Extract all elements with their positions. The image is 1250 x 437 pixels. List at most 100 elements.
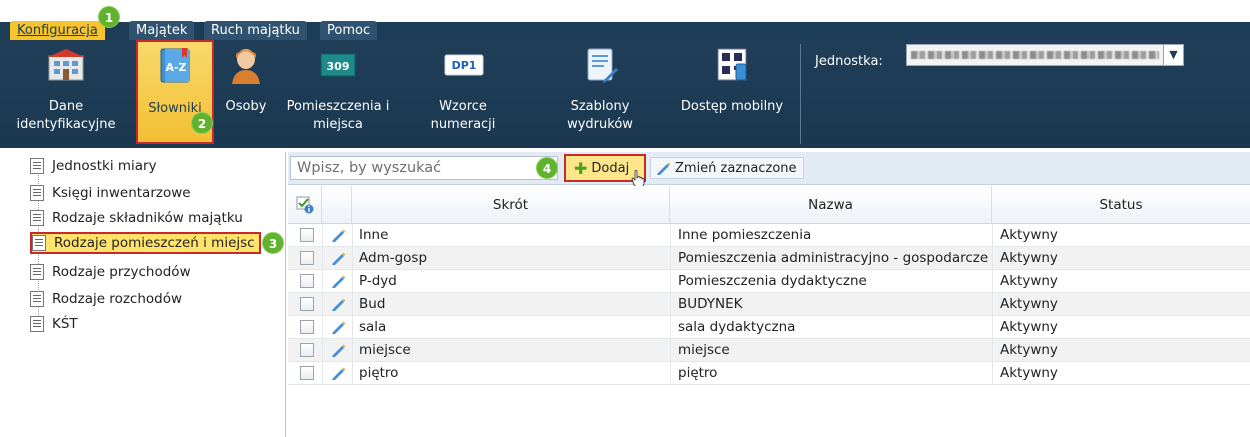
ribbon-szablony-wydrukow[interactable]: Szablony wydruków	[548, 40, 652, 144]
row-checkbox[interactable]	[300, 343, 314, 357]
menu-bar: Konfiguracja Majątek Ruch majątku Pomoc	[0, 0, 1250, 40]
document-icon	[30, 291, 44, 307]
document-icon	[32, 235, 46, 251]
tree-item-jednostki-miary[interactable]: Jednostki miary	[30, 156, 157, 176]
edit-row-pencil-icon[interactable]	[330, 273, 346, 289]
tree-item-rodzaje-rozchodow[interactable]: Rodzaje rozchodów	[30, 289, 182, 309]
edit-row-pencil-icon[interactable]	[330, 250, 346, 266]
table-row[interactable]: Bud BUDYNEK Aktywny	[288, 293, 1250, 316]
tree-item-rodzaje-przychodow[interactable]: Rodzaje przychodów	[30, 262, 191, 282]
table-row[interactable]: P-dyd Pomieszczenia dydaktyczne Aktywny	[288, 270, 1250, 293]
edit-row-pencil-icon[interactable]	[330, 365, 346, 381]
table-row[interactable]: sala sala dydaktyczna Aktywny	[288, 316, 1250, 339]
table-row[interactable]: piętro piętro Aktywny	[288, 362, 1250, 385]
row-checkbox[interactable]	[300, 274, 314, 288]
cell-skrot: Inne	[359, 227, 389, 243]
column-divider	[992, 270, 993, 293]
tab-ruch-majatku[interactable]: Ruch majątku	[204, 21, 307, 40]
edit-row-pencil-icon[interactable]	[330, 227, 346, 243]
person-icon	[232, 49, 260, 84]
cell-nazwa: Pomieszczenia dydaktyczne	[678, 273, 867, 289]
cell-nazwa: sala dydaktyczna	[678, 319, 796, 335]
tab-pomoc[interactable]: Pomoc	[320, 21, 378, 40]
column-divider	[322, 247, 323, 270]
ribbon-label: Osoby	[225, 99, 267, 114]
ribbon-label: Pomieszczenia i miejsca	[286, 99, 390, 132]
column-nazwa[interactable]: Nazwa	[670, 186, 992, 224]
grid-toolbar: Wpisz, by wyszukać ✚ Dodaj Zmień zaznacz…	[288, 152, 1250, 188]
tree-item-label: Jednostki miary	[52, 158, 157, 174]
search-input[interactable]: Wpisz, by wyszukać	[290, 156, 558, 180]
column-divider	[322, 270, 323, 293]
cell-nazwa: BUDYNEK	[678, 296, 743, 312]
column-divider	[670, 247, 671, 270]
tree-item-ksiegi-inwentarzowe[interactable]: Księgi inwentarzowe	[30, 183, 191, 203]
column-divider	[352, 316, 353, 339]
svg-text:A-Z: A-Z	[165, 61, 186, 74]
ribbon-dane-identyfikacyjne[interactable]: Dane identyfikacyjne	[0, 40, 132, 144]
row-checkbox[interactable]	[300, 297, 314, 311]
select-all-column[interactable]	[288, 186, 322, 224]
edit-row-pencil-icon[interactable]	[330, 296, 346, 312]
cell-nazwa: Inne pomieszczenia	[678, 227, 812, 243]
jednostka-select[interactable]: ▼	[906, 44, 1184, 66]
data-grid: Skrót Nazwa Status Inne Inne pomieszczeni…	[288, 186, 1250, 385]
column-divider	[992, 293, 993, 316]
column-divider	[992, 224, 993, 247]
room-number-icon: 309	[320, 53, 356, 77]
cell-status: Aktywny	[1000, 365, 1058, 381]
tree-item-label: Rodzaje rozchodów	[52, 291, 183, 307]
tab-konfiguracja[interactable]: Konfiguracja	[10, 21, 105, 40]
row-checkbox[interactable]	[300, 251, 314, 265]
row-checkbox[interactable]	[300, 320, 314, 334]
column-divider	[992, 362, 993, 385]
ribbon-label: Dostęp mobilny	[680, 99, 784, 114]
tree-item-label: Księgi inwentarzowe	[52, 185, 191, 201]
row-checkbox[interactable]	[300, 228, 314, 242]
column-divider	[992, 339, 993, 362]
table-row[interactable]: Adm-gosp Pomieszczenia administracyjno - …	[288, 247, 1250, 270]
ribbon-wzorce-numeracji[interactable]: DP1 Wzorce numeracji	[410, 40, 516, 144]
svg-text:309: 309	[327, 60, 350, 73]
cell-nazwa: piętro	[678, 365, 718, 381]
jednostka-label: Jednostka:	[815, 54, 883, 69]
chevron-down-icon[interactable]: ▼	[1163, 45, 1183, 65]
cell-skrot: piętro	[359, 365, 399, 381]
grid-body: Inne Inne pomieszczenia Aktywny Adm-gosp Pom…	[288, 224, 1250, 385]
column-divider	[670, 316, 671, 339]
cell-status: Aktywny	[1000, 342, 1058, 358]
tree-item-label: Rodzaje przychodów	[52, 264, 191, 280]
svg-text:DP1: DP1	[452, 59, 477, 72]
print-template-icon	[587, 48, 618, 83]
tree-item-kst[interactable]: KŚT	[30, 314, 78, 334]
cell-status: Aktywny	[1000, 319, 1058, 335]
edit-row-pencil-icon[interactable]	[330, 342, 346, 358]
edit-row-pencil-icon[interactable]	[330, 319, 346, 335]
cell-nazwa: Pomieszczenia administracyjno - gospodar…	[678, 250, 989, 266]
cell-skrot: sala	[359, 319, 387, 335]
document-icon	[30, 264, 44, 280]
tab-majatek[interactable]: Majątek	[129, 21, 195, 40]
ribbon-dostep-mobilny[interactable]: Dostęp mobilny	[676, 40, 788, 144]
edit-button-label: Zmień zaznaczone	[675, 160, 797, 176]
pencil-icon	[657, 162, 671, 175]
column-divider	[670, 293, 671, 316]
tree-item-label: Rodzaje składników majątku	[52, 210, 243, 226]
column-status[interactable]: Status	[992, 186, 1250, 224]
dictionary-icon: A-Z	[160, 48, 190, 83]
column-divider	[992, 247, 993, 270]
column-divider	[322, 362, 323, 385]
tree-item-rodzaje-pomieszczen[interactable]: Rodzaje pomieszczeń i miejsc	[30, 232, 261, 254]
ribbon-osoby[interactable]: Osoby	[214, 40, 278, 144]
document-icon	[30, 316, 44, 332]
edit-selected-button[interactable]: Zmień zaznaczone	[650, 157, 804, 179]
column-skrot[interactable]: Skrót	[352, 186, 670, 224]
ribbon-pomieszczenia[interactable]: 309 Pomieszczenia i miejsca	[282, 40, 394, 144]
blurred-unit-name	[911, 51, 1159, 59]
row-checkbox[interactable]	[300, 366, 314, 380]
table-row[interactable]: miejsce miejsce Aktywny	[288, 339, 1250, 362]
table-row[interactable]: Inne Inne pomieszczenia Aktywny	[288, 224, 1250, 247]
cell-skrot: P-dyd	[359, 273, 397, 289]
tree-item-rodzaje-skladnikow[interactable]: Rodzaje składników majątku	[30, 208, 243, 228]
cell-skrot: miejsce	[359, 342, 411, 358]
